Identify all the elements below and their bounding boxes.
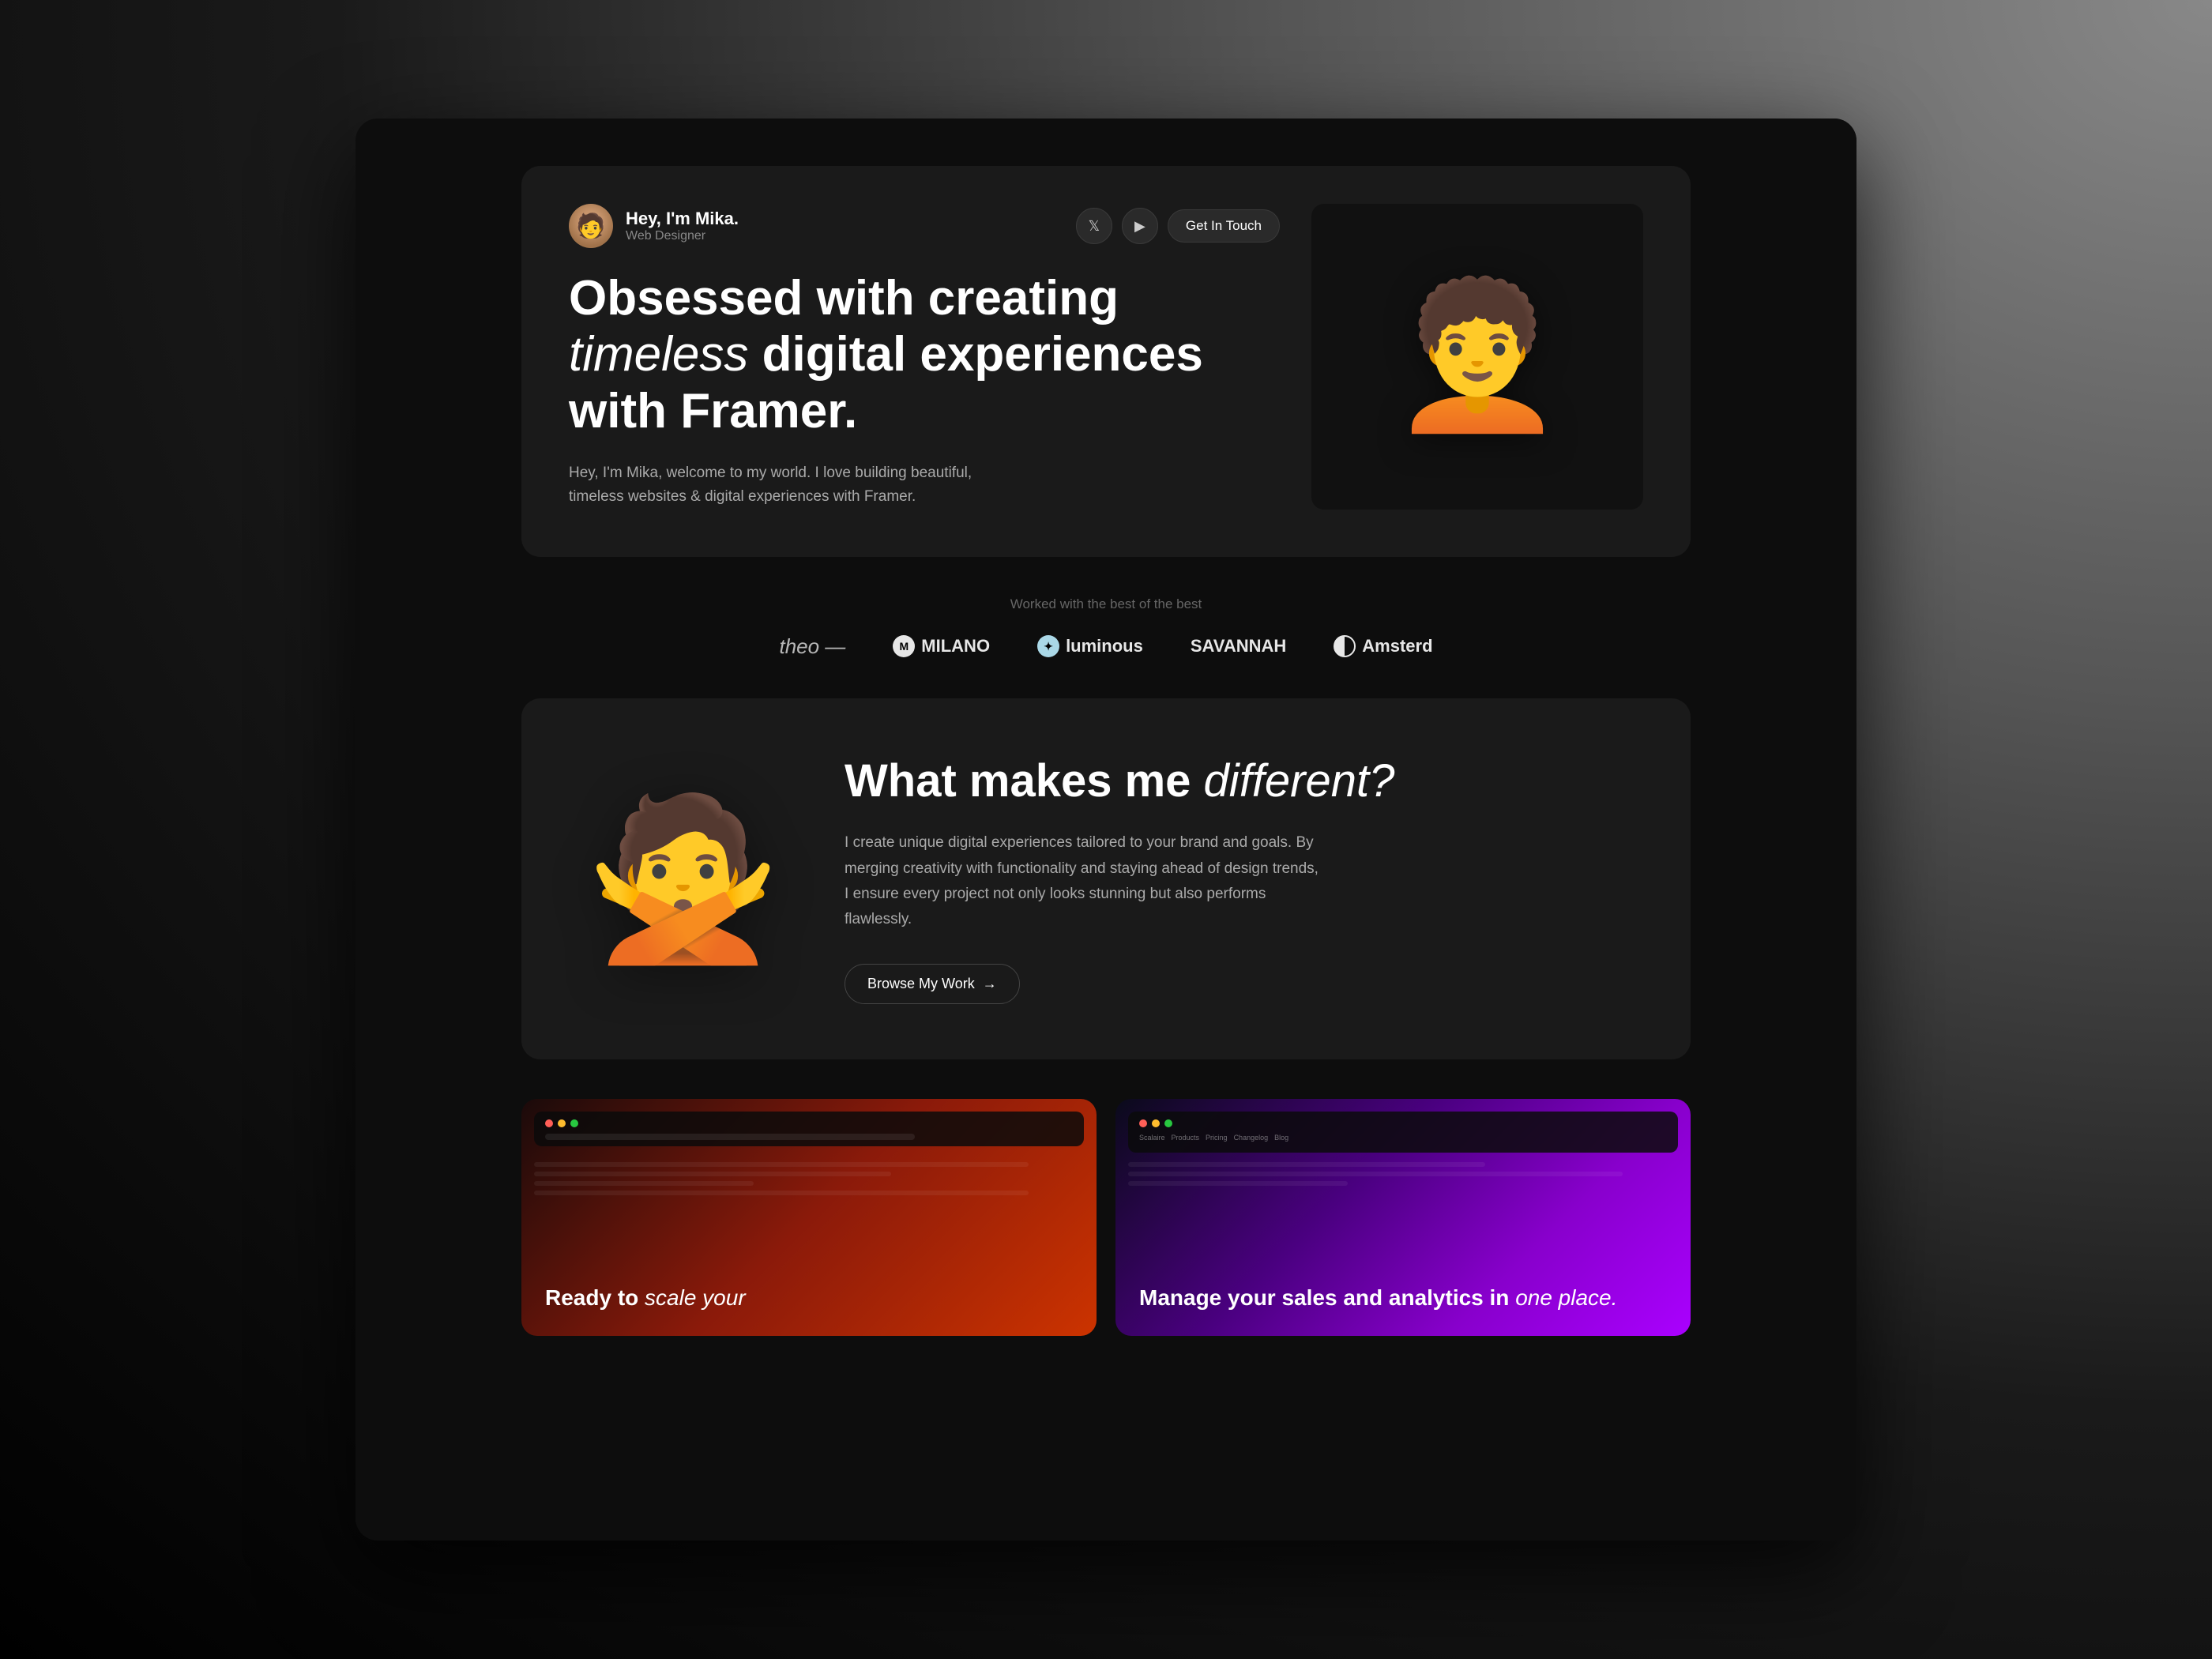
different-headline: What makes me different? — [845, 754, 1627, 809]
monitor-frame: 🧑 Hey, I'm Mika. Web Designer 𝕏 ▶ Get In… — [356, 118, 1856, 1540]
brands-row: theo — M MILANO ✦ luminous SAVANNAH Amst… — [521, 634, 1691, 659]
browser-nav-2: Scalaire Products Pricing Changelog Blog — [1139, 1134, 1667, 1142]
brand-savannah: SAVANNAH — [1191, 636, 1286, 656]
brand-luminous: ✦ luminous — [1037, 635, 1143, 657]
browse-my-work-button[interactable]: Browse My Work → — [845, 964, 1020, 1004]
portfolio-card-1-title: Ready to scale your — [545, 1284, 1073, 1312]
brand-milano-name: MILANO — [921, 636, 990, 656]
dot-yellow-2 — [1152, 1119, 1160, 1127]
brands-label: Worked with the best of the best — [521, 596, 1691, 612]
brand-amsterdam-icon — [1334, 635, 1356, 657]
card1-text1: Ready to — [545, 1285, 645, 1310]
dot-yellow-1 — [558, 1119, 566, 1127]
browser-content-2 — [1128, 1162, 1678, 1281]
youtube-button[interactable]: ▶ — [1122, 208, 1158, 244]
different-body: I create unique digital experiences tail… — [845, 830, 1319, 932]
name-title: Hey, I'm Mika. Web Designer — [626, 209, 739, 243]
brand-amsterdam: Amsterd — [1334, 635, 1432, 657]
hero-right-panel: 🧑‍🦱 — [1311, 204, 1643, 510]
different-content: What makes me different? I create unique… — [845, 754, 1627, 1005]
different-card: 🙅 What makes me different? I create uniq… — [521, 698, 1691, 1060]
brand-savannah-name: SAVANNAH — [1191, 636, 1286, 656]
portfolio-card-2[interactable]: Scalaire Products Pricing Changelog Blog… — [1115, 1099, 1691, 1336]
brand-theo-name: theo — — [779, 634, 845, 659]
nav-item: Pricing — [1206, 1134, 1228, 1142]
different-avatar: 🙅 — [585, 800, 781, 958]
portfolio-card-2-text: Manage your sales and analytics in one p… — [1139, 1284, 1667, 1312]
dot-red-2 — [1139, 1119, 1147, 1127]
mock-line — [1128, 1172, 1623, 1176]
headline-italic: timeless — [569, 327, 748, 382]
brand-milano-icon: M — [893, 635, 915, 657]
mock-line — [534, 1172, 891, 1176]
portfolio-card-1[interactable]: Ready to scale your — [521, 1099, 1097, 1336]
twitter-button[interactable]: 𝕏 — [1076, 208, 1112, 244]
mock-line — [534, 1191, 1029, 1195]
different-headline-italic: different? — [1204, 755, 1395, 807]
dot-green-1 — [570, 1119, 578, 1127]
hero-3d-avatar: 🧑‍🦱 — [1311, 230, 1643, 483]
nav-item: Products — [1172, 1134, 1200, 1142]
browser-dots-1 — [545, 1119, 1073, 1127]
designer-role: Web Designer — [626, 229, 739, 243]
portfolio-card-1-text: Ready to scale your — [545, 1284, 1073, 1312]
brand-milano: M MILANO — [893, 635, 990, 657]
nav-item: Changelog — [1234, 1134, 1269, 1142]
nav-item: Blog — [1274, 1134, 1288, 1142]
mock-line — [534, 1162, 1029, 1167]
browse-btn-arrow: → — [983, 976, 997, 992]
avatar-face: 🧑 — [569, 204, 613, 248]
mock-line — [534, 1181, 754, 1186]
mock-line — [1128, 1162, 1485, 1167]
browser-chrome-1 — [534, 1112, 1084, 1146]
brand-luminous-icon: ✦ — [1037, 635, 1059, 657]
different-headline-text1: What makes me — [845, 755, 1204, 807]
brand-luminous-name: luminous — [1066, 636, 1143, 656]
browser-content-1 — [534, 1162, 1084, 1281]
hero-emoji-avatar: 🧑‍🦱 — [1389, 285, 1566, 427]
browser-dots-2 — [1139, 1119, 1667, 1127]
portfolio-row: Ready to scale your Scalaire Products Pr… — [521, 1099, 1691, 1336]
avatar: 🧑 — [569, 204, 613, 248]
browser-chrome-2: Scalaire Products Pricing Changelog Blog — [1128, 1112, 1678, 1153]
card2-text1: Manage your sales and analytics in — [1139, 1285, 1515, 1310]
portfolio-card-2-title: Manage your sales and analytics in one p… — [1139, 1284, 1667, 1312]
brand-amsterdam-name: Amsterd — [1362, 636, 1432, 656]
nav-item: Scalaire — [1139, 1134, 1165, 1142]
brand-theo: theo — — [779, 634, 845, 659]
card1-italic: scale your — [645, 1285, 746, 1310]
hero-subtext: Hey, I'm Mika, welcome to my world. I lo… — [569, 461, 1011, 510]
hero-headline: Obsessed with creating timeless digital … — [569, 270, 1280, 439]
dot-green-2 — [1164, 1119, 1172, 1127]
hero-nav: 🧑 Hey, I'm Mika. Web Designer 𝕏 ▶ Get In… — [569, 204, 1280, 248]
browse-btn-label: Browse My Work — [867, 976, 975, 992]
page-content: 🧑 Hey, I'm Mika. Web Designer 𝕏 ▶ Get In… — [356, 118, 1856, 1540]
card2-italic: one place. — [1515, 1285, 1617, 1310]
headline-text-1: Obsessed with creating — [569, 271, 1119, 325]
contact-button[interactable]: Get In Touch — [1168, 209, 1280, 243]
nav-actions: 𝕏 ▶ Get In Touch — [1076, 208, 1280, 244]
browser-bar-1 — [545, 1134, 915, 1140]
hero-card: 🧑 Hey, I'm Mika. Web Designer 𝕏 ▶ Get In… — [521, 166, 1691, 557]
brands-section: Worked with the best of the best theo — … — [521, 596, 1691, 659]
dot-red-1 — [545, 1119, 553, 1127]
mock-line — [1128, 1181, 1348, 1186]
designer-name: Hey, I'm Mika. — [626, 209, 739, 229]
hero-left: 🧑 Hey, I'm Mika. Web Designer 𝕏 ▶ Get In… — [569, 204, 1280, 510]
